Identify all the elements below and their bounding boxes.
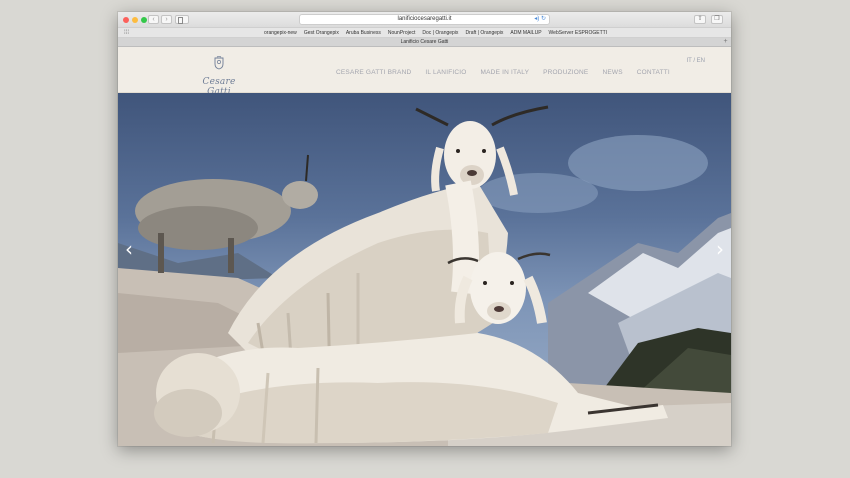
nav-item-brand[interactable]: CESARE GATTI BRAND (336, 69, 411, 76)
language-switcher[interactable]: IT / EN (686, 58, 705, 64)
forward-button[interactable]: › (161, 15, 172, 24)
nav-item-made-in-italy[interactable]: MADE IN ITALY (481, 69, 530, 76)
toolbar-right-buttons: ⇧ ❐ (694, 15, 723, 24)
grid-icon[interactable]: ⁞⁞⁞ (124, 28, 129, 38)
minimize-window-button[interactable] (132, 17, 138, 23)
history-buttons: ‹ › (148, 15, 172, 24)
bookmark-item[interactable]: NounProject (388, 28, 416, 38)
crest-icon (214, 55, 224, 70)
close-window-button[interactable] (123, 17, 129, 23)
site-header: Cesare Gatti CESARE GATTI BRAND IL LANIF… (118, 47, 731, 97)
bookmark-item[interactable]: Aruba Business (346, 28, 381, 38)
main-nav: CESARE GATTI BRAND IL LANIFICIO MADE IN … (336, 69, 670, 76)
zoom-window-button[interactable] (141, 17, 147, 23)
bookmark-item[interactable]: ADM MAILUP (510, 28, 541, 38)
bookmarks-bar: ⁞⁞⁞ orangepix-new Gest Orangepix Aruba B… (118, 28, 731, 38)
site-logo[interactable]: Cesare Gatti (191, 55, 247, 97)
window-controls (123, 17, 147, 23)
hero-slider: ‹ › (118, 93, 731, 446)
chevron-left-icon[interactable]: ‹ (122, 239, 136, 261)
browser-toolbar: ‹ › lanificiocesaregatti.it ◂) ↻ ⇧ ❐ (118, 12, 731, 28)
nav-item-produzione[interactable]: PRODUZIONE (543, 69, 588, 76)
tab-title[interactable]: Lanificio Cesare Gatti (401, 39, 449, 45)
back-button[interactable]: ‹ (148, 15, 159, 24)
nav-item-news[interactable]: NEWS (602, 69, 622, 76)
address-bar[interactable]: lanificiocesaregatti.it ◂) ↻ (299, 14, 550, 25)
sidebar-toggle-button[interactable] (175, 15, 189, 24)
bookmark-item[interactable]: Draft | Orangepix (465, 28, 503, 38)
bookmark-item[interactable]: Doc | Orangepix (422, 28, 458, 38)
tabs-overview-button[interactable]: ❐ (711, 15, 723, 24)
nav-item-contatti[interactable]: CONTATTI (637, 69, 670, 76)
bookmark-item[interactable]: Gest Orangepix (304, 28, 339, 38)
bookmark-list: orangepix-new Gest Orangepix Aruba Busin… (264, 28, 607, 38)
reload-icon[interactable]: ◂) ↻ (534, 15, 546, 24)
url-text: lanificiocesaregatti.it (397, 16, 452, 22)
bookmark-item[interactable]: orangepix-new (264, 28, 297, 38)
tab-bar: Lanificio Cesare Gatti + (118, 38, 731, 47)
share-button[interactable]: ⇧ (694, 15, 706, 24)
nav-item-lanificio[interactable]: IL LANIFICIO (425, 69, 466, 76)
chevron-right-icon[interactable]: › (713, 239, 727, 261)
browser-window: ‹ › lanificiocesaregatti.it ◂) ↻ ⇧ ❐ ⁞⁞⁞… (118, 12, 731, 446)
bookmark-item[interactable]: WebServer ESPROGETTI (549, 28, 608, 38)
hero-image (118, 105, 731, 446)
new-tab-button[interactable]: + (722, 38, 729, 46)
